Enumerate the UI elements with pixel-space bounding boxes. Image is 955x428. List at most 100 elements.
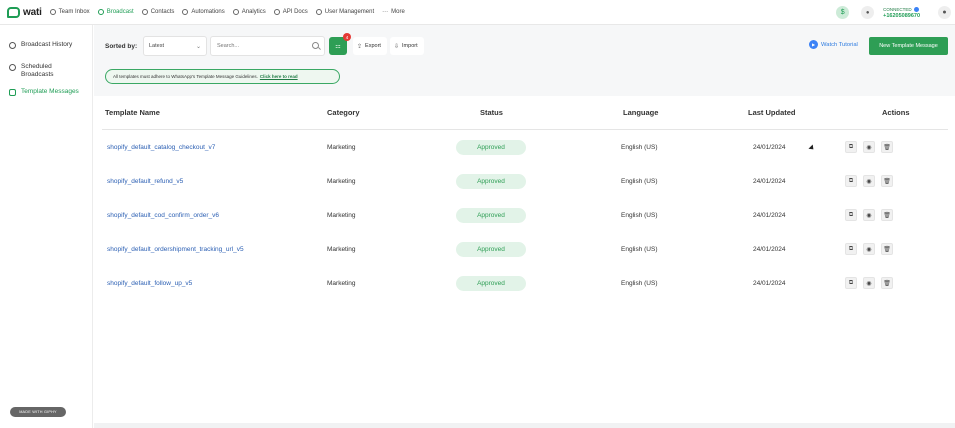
schedule-icon bbox=[9, 63, 16, 71]
phone-number: +16205089670 bbox=[883, 12, 920, 19]
header-category: Category bbox=[327, 108, 360, 117]
trash-icon[interactable]: 🗑 bbox=[881, 175, 893, 187]
trash-icon[interactable]: 🗑 bbox=[881, 277, 893, 289]
connection-status: CONNECTED +16205089670 bbox=[883, 6, 920, 19]
copy-icon[interactable]: ⧉ bbox=[845, 243, 857, 255]
contacts-icon bbox=[141, 9, 148, 15]
info-icon[interactable] bbox=[913, 6, 919, 12]
top-right-controls: $ ● CONNECTED +16205089670 ● bbox=[836, 0, 955, 25]
last-updated-cell: 24/01/2024 bbox=[753, 279, 786, 287]
template-name-link[interactable]: shopify_default_refund_v5 bbox=[107, 164, 183, 198]
nav-team-inbox[interactable]: Team Inbox bbox=[49, 9, 90, 15]
sidebar-item-scheduled-broadcasts[interactable]: Scheduled Broadcasts bbox=[0, 63, 70, 79]
bottom-bar bbox=[94, 423, 955, 428]
language-cell: English (US) bbox=[621, 211, 658, 219]
avatar[interactable]: ● bbox=[938, 6, 951, 19]
nav-api-docs[interactable]: API Docs bbox=[273, 9, 308, 15]
status-cell: Approved bbox=[456, 232, 526, 266]
last-updated-cell: 24/01/2024 bbox=[753, 177, 786, 185]
eye-icon[interactable]: ◉ bbox=[863, 141, 875, 153]
logo-text: wati bbox=[23, 6, 42, 18]
template-name-link[interactable]: shopify_default_catalog_checkout_v7 bbox=[107, 130, 215, 164]
dollar-icon[interactable]: $ bbox=[836, 6, 850, 19]
status-cell: Approved bbox=[456, 198, 526, 232]
copy-icon[interactable]: ⧉ bbox=[845, 277, 857, 289]
copy-icon[interactable]: ⧉ bbox=[845, 175, 857, 187]
header-last-updated: Last Updated bbox=[748, 108, 796, 117]
search-box bbox=[210, 36, 325, 56]
template-name-link[interactable]: shopify_default_follow_up_v5 bbox=[107, 266, 192, 300]
copy-icon[interactable]: ⧉ bbox=[845, 209, 857, 221]
guidelines-link[interactable]: Click here to read bbox=[260, 74, 298, 79]
trash-icon[interactable]: 🗑 bbox=[881, 209, 893, 221]
import-button[interactable]: ⇩ Import bbox=[390, 37, 424, 55]
trash-icon[interactable]: 🗑 bbox=[881, 141, 893, 153]
main-content: Sorted by: Latest ⌄ ⚏ 4 ⇪Export ⇩Import … bbox=[94, 25, 955, 428]
eye-icon[interactable]: ◉ bbox=[863, 277, 875, 289]
category-cell: Marketing bbox=[327, 211, 356, 219]
table-row: shopify_default_ordershipment_tracking_u… bbox=[94, 232, 955, 266]
template-name-link[interactable]: shopify_default_cod_confirm_order_v6 bbox=[107, 198, 219, 232]
guidelines-notice: All templates must adhere to WhatsApp's … bbox=[105, 69, 340, 84]
table-row: shopify_default_cod_confirm_order_v6 Mark… bbox=[94, 198, 955, 232]
sort-select[interactable]: Latest ⌄ bbox=[143, 36, 207, 56]
history-icon bbox=[9, 41, 16, 49]
giphy-badge: MADE WITH GIPHY bbox=[10, 407, 66, 417]
new-template-button[interactable]: New Template Message bbox=[869, 37, 948, 55]
broadcast-icon bbox=[97, 9, 104, 15]
header-template-name: Template Name bbox=[105, 108, 160, 117]
eye-icon[interactable]: ◉ bbox=[863, 209, 875, 221]
template-name-link[interactable]: shopify_default_ordershipment_tracking_u… bbox=[107, 232, 244, 266]
eye-icon[interactable]: ◉ bbox=[863, 175, 875, 187]
nav-analytics[interactable]: Analytics bbox=[232, 9, 266, 15]
table-row: shopify_default_follow_up_v5 Marketing App… bbox=[94, 266, 955, 300]
sidebar-item-broadcast-history[interactable]: Broadcast History bbox=[0, 41, 92, 49]
nav-automations[interactable]: Automations bbox=[182, 9, 225, 15]
last-updated-cell: 24/01/2024 bbox=[753, 245, 786, 253]
status-badge: Approved bbox=[456, 173, 526, 189]
header-language: Language bbox=[623, 108, 659, 117]
nav-contacts[interactable]: Contacts bbox=[141, 9, 174, 15]
filter-count-badge: 4 bbox=[343, 33, 351, 41]
sidebar-item-template-messages[interactable]: Template Messages bbox=[0, 88, 92, 96]
eye-icon[interactable]: ◉ bbox=[863, 243, 875, 255]
wati-logo[interactable]: wati bbox=[7, 6, 42, 18]
category-cell: Marketing bbox=[327, 143, 356, 151]
language-cell: English (US) bbox=[621, 143, 658, 151]
top-navbar: wati Team Inbox Broadcast Contacts Autom… bbox=[0, 0, 955, 25]
bell-icon[interactable]: ● bbox=[861, 6, 875, 19]
search-input[interactable] bbox=[217, 43, 307, 49]
category-cell: Marketing bbox=[327, 279, 356, 287]
nav-more[interactable]: ··· More bbox=[382, 9, 405, 15]
table-row: shopify_default_refund_v5 Marketing Approv… bbox=[94, 164, 955, 198]
import-icon: ⇩ bbox=[394, 43, 400, 50]
status-badge: Approved bbox=[456, 207, 526, 223]
header-status: Status bbox=[480, 108, 503, 117]
analytics-icon bbox=[232, 9, 239, 15]
status-cell: Approved bbox=[456, 130, 526, 164]
actions-cell: ⧉ ◉ 🗑 bbox=[845, 266, 899, 300]
user-icon bbox=[315, 9, 322, 15]
language-cell: English (US) bbox=[621, 177, 658, 185]
api-icon bbox=[273, 9, 280, 15]
category-cell: Marketing bbox=[327, 177, 356, 185]
last-updated-cell: 24/01/2024 bbox=[753, 143, 786, 151]
search-icon[interactable] bbox=[312, 42, 319, 49]
templates-table: Template Name Category Status Language L… bbox=[94, 96, 955, 423]
status-cell: Approved bbox=[456, 266, 526, 300]
filter-icon: ⚏ bbox=[335, 43, 341, 50]
status-badge: Approved bbox=[456, 241, 526, 257]
actions-cell: ⧉ ◉ 🗑 bbox=[845, 164, 899, 198]
watch-tutorial-button[interactable]: ▶ Watch Tutorial bbox=[809, 40, 858, 49]
nav-broadcast[interactable]: Broadcast bbox=[97, 9, 134, 15]
actions-cell: ⧉ ◉ 🗑 bbox=[845, 198, 899, 232]
trash-icon[interactable]: 🗑 bbox=[881, 243, 893, 255]
nav-user-management[interactable]: User Management bbox=[315, 9, 374, 15]
export-button[interactable]: ⇪ Export bbox=[353, 37, 387, 55]
last-updated-cell: 24/01/2024 bbox=[753, 211, 786, 219]
logo-chat-icon bbox=[7, 6, 20, 18]
copy-icon[interactable]: ⧉ bbox=[845, 141, 857, 153]
language-cell: English (US) bbox=[621, 279, 658, 287]
category-cell: Marketing bbox=[327, 245, 356, 253]
template-icon bbox=[9, 88, 16, 96]
